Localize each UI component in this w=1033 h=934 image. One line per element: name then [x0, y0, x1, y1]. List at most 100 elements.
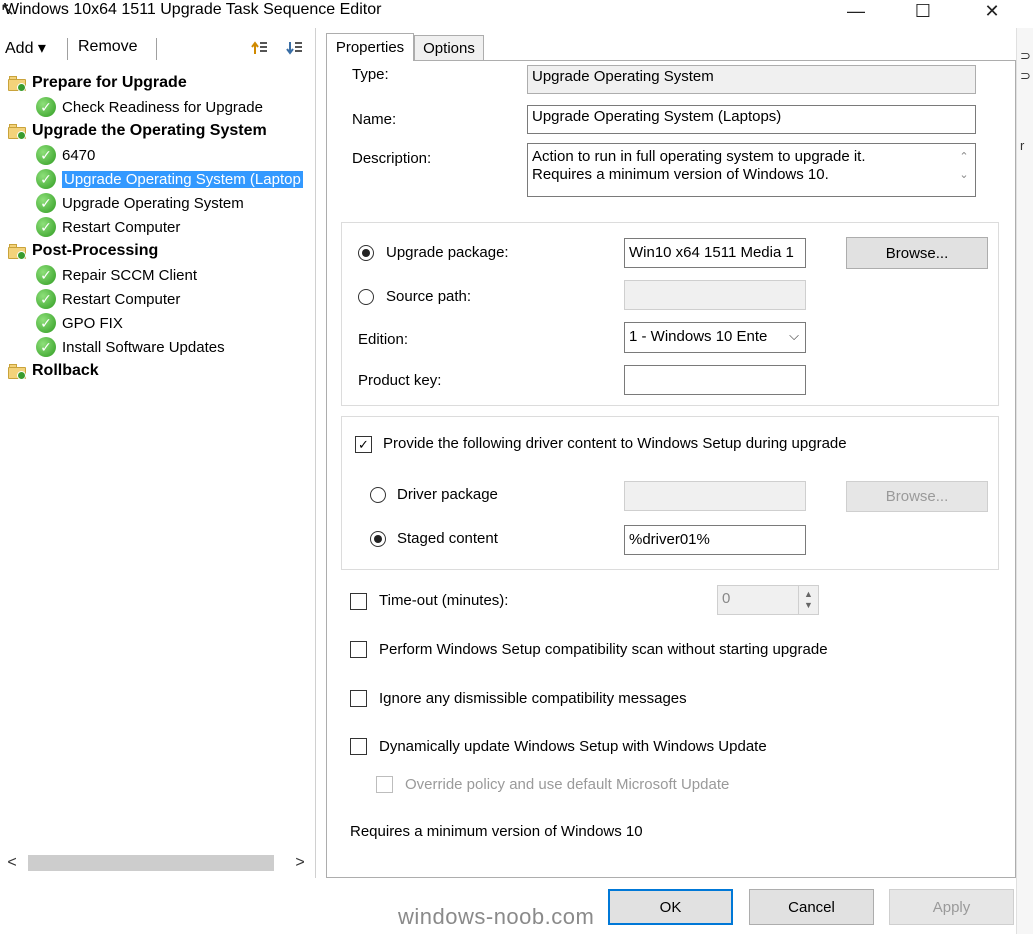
description-scroll-icon[interactable]: ⌃ ⌄	[957, 148, 971, 184]
tree-step-label: 6470	[62, 146, 96, 164]
upgrade-package-label: Upgrade package:	[386, 244, 509, 261]
add-menu-button[interactable]: Add ▾	[5, 38, 46, 58]
tree-step-label: Upgrade Operating System	[62, 194, 244, 212]
timeout-value: 0	[722, 590, 731, 607]
success-check-icon: ✓	[36, 289, 56, 309]
dynamic-update-label: Dynamically update Windows Setup with Wi…	[379, 738, 767, 755]
toolbar-divider	[156, 38, 157, 60]
tree-toolbar: Add ▾ Remove	[0, 36, 316, 62]
chevron-down-icon: ⌵	[789, 328, 799, 343]
tree-step-label: GPO FIX	[62, 314, 123, 332]
success-check-icon: ✓	[36, 217, 56, 237]
timeout-label: Time-out (minutes):	[379, 592, 509, 609]
driver-package-radio[interactable]	[370, 487, 386, 503]
edge-glyph: ⊃	[1020, 48, 1031, 63]
tree-group-post-processing[interactable]: Post-Processing	[8, 240, 158, 262]
ignore-messages-label: Ignore any dismissible compatibility mes…	[379, 690, 687, 707]
upgrade-package-field[interactable]: Win10 x64 1511 Media 1	[624, 238, 806, 268]
tree-step-upgrade-os-laptops[interactable]: ✓ Upgrade Operating System (Laptop	[36, 168, 314, 190]
browse-driver-button[interactable]: Browse...	[846, 481, 988, 512]
folder-icon	[8, 123, 26, 140]
tree-group-prepare-for-upgrade[interactable]: Prepare for Upgrade	[8, 72, 187, 94]
description-line: Action to run in full operating system t…	[532, 148, 866, 165]
edition-select[interactable]: 1 - Windows 10 Ente ⌵	[624, 322, 806, 353]
success-check-icon: ✓	[36, 193, 56, 213]
description-field[interactable]: Action to run in full operating system t…	[527, 143, 976, 197]
ignore-messages-checkbox[interactable]	[350, 690, 367, 707]
success-check-icon: ✓	[36, 265, 56, 285]
scrollbar-thumb[interactable]	[28, 855, 274, 871]
timeout-stepper[interactable]: 0 ▲ ▼	[717, 585, 819, 615]
scroll-left-icon[interactable]: <	[2, 852, 22, 874]
success-check-icon: ✓	[36, 337, 56, 357]
minimize-button[interactable]: —	[836, 0, 876, 22]
tree-step-repair-sccm-client[interactable]: ✓ Repair SCCM Client	[36, 264, 197, 286]
description-label: Description:	[352, 150, 432, 167]
type-field: Upgrade Operating System	[527, 65, 976, 94]
tree-step-restart-computer[interactable]: ✓ Restart Computer	[36, 216, 180, 238]
tree-group-label: Upgrade the Operating System	[32, 122, 267, 139]
close-button[interactable]: ✕	[972, 0, 1012, 22]
driver-package-field[interactable]	[624, 481, 806, 511]
watermark: windows-noob.com	[398, 904, 595, 929]
success-check-icon: ✓	[36, 97, 56, 117]
toolbar-divider	[67, 38, 68, 60]
driver-package-label: Driver package	[397, 486, 498, 503]
source-path-label: Source path:	[386, 288, 472, 305]
name-field[interactable]: Upgrade Operating System (Laptops)	[527, 105, 976, 134]
ok-button[interactable]: OK	[608, 889, 733, 925]
window-title: Windows 10x64 1511 Upgrade Task Sequence…	[4, 1, 382, 18]
tree-step-restart-computer-2[interactable]: ✓ Restart Computer	[36, 288, 180, 310]
staged-content-radio[interactable]	[370, 531, 386, 547]
folder-icon	[8, 75, 26, 92]
compat-scan-label: Perform Windows Setup compatibility scan…	[379, 641, 828, 658]
tree-step-gpo-fix[interactable]: ✓ GPO FIX	[36, 312, 123, 334]
driver-content-label: Provide the following driver content to …	[383, 435, 847, 452]
tree-step-upgrade-os[interactable]: ✓ Upgrade Operating System	[36, 192, 244, 214]
edge-glyph: ⊃	[1020, 68, 1031, 83]
tab-properties[interactable]: Properties	[326, 33, 414, 61]
tree-step-install-software-updates[interactable]: ✓ Install Software Updates	[36, 336, 225, 358]
folder-icon	[8, 363, 26, 380]
scroll-right-icon[interactable]: >	[290, 852, 310, 874]
timeout-checkbox[interactable]	[350, 593, 367, 610]
override-policy-label: Override policy and use default Microsof…	[405, 776, 730, 793]
tree-step-check-readiness[interactable]: ✓ Check Readiness for Upgrade	[36, 96, 263, 118]
name-label: Name:	[352, 111, 397, 128]
cancel-button[interactable]: Cancel	[749, 889, 874, 925]
source-path-radio[interactable]	[358, 289, 374, 305]
browse-package-button[interactable]: Browse...	[846, 237, 988, 269]
move-up-icon[interactable]	[248, 37, 272, 59]
tree-step-label: Check Readiness for Upgrade	[62, 98, 263, 116]
title-bar: Windows 10x64 1511 Upgrade Task Sequence…	[0, 0, 1033, 26]
compat-scan-checkbox[interactable]	[350, 641, 367, 658]
background-window-edge: ⊃ ⊃ r	[1016, 28, 1033, 934]
staged-content-field[interactable]: %driver01%	[624, 525, 806, 555]
success-check-icon: ✓	[36, 313, 56, 333]
tree-horizontal-scrollbar[interactable]: < >	[2, 852, 312, 874]
edition-label: Edition:	[358, 331, 409, 348]
tree-group-label: Prepare for Upgrade	[32, 74, 187, 91]
folder-icon	[8, 243, 26, 260]
tree-group-rollback[interactable]: Rollback	[8, 360, 99, 382]
tree-step-label: Repair SCCM Client	[62, 266, 198, 284]
tab-options[interactable]: Options	[414, 35, 484, 61]
remove-button[interactable]: Remove	[78, 38, 138, 56]
source-path-field[interactable]	[624, 280, 806, 310]
upgrade-package-radio[interactable]	[358, 245, 374, 261]
stepper-arrows-icon[interactable]: ▲ ▼	[798, 586, 818, 614]
tree-step-label: Restart Computer	[62, 218, 181, 236]
apply-button[interactable]: Apply	[889, 889, 1014, 925]
driver-content-checkbox[interactable]: ✓	[355, 436, 372, 453]
edge-glyph: r	[1020, 138, 1025, 153]
move-down-icon[interactable]	[283, 37, 307, 59]
tree-group-upgrade-the-os[interactable]: Upgrade the Operating System	[8, 120, 267, 142]
tree-step-6470[interactable]: ✓ 6470	[36, 144, 95, 166]
product-key-label: Product key:	[358, 372, 442, 389]
dynamic-update-checkbox[interactable]	[350, 738, 367, 755]
tree-step-label: Install Software Updates	[62, 338, 225, 356]
product-key-field[interactable]	[624, 365, 806, 395]
override-policy-checkbox[interactable]	[376, 776, 393, 793]
edition-value: 1 - Windows 10 Ente	[629, 328, 768, 345]
maximize-button[interactable]: ☐	[903, 0, 943, 22]
